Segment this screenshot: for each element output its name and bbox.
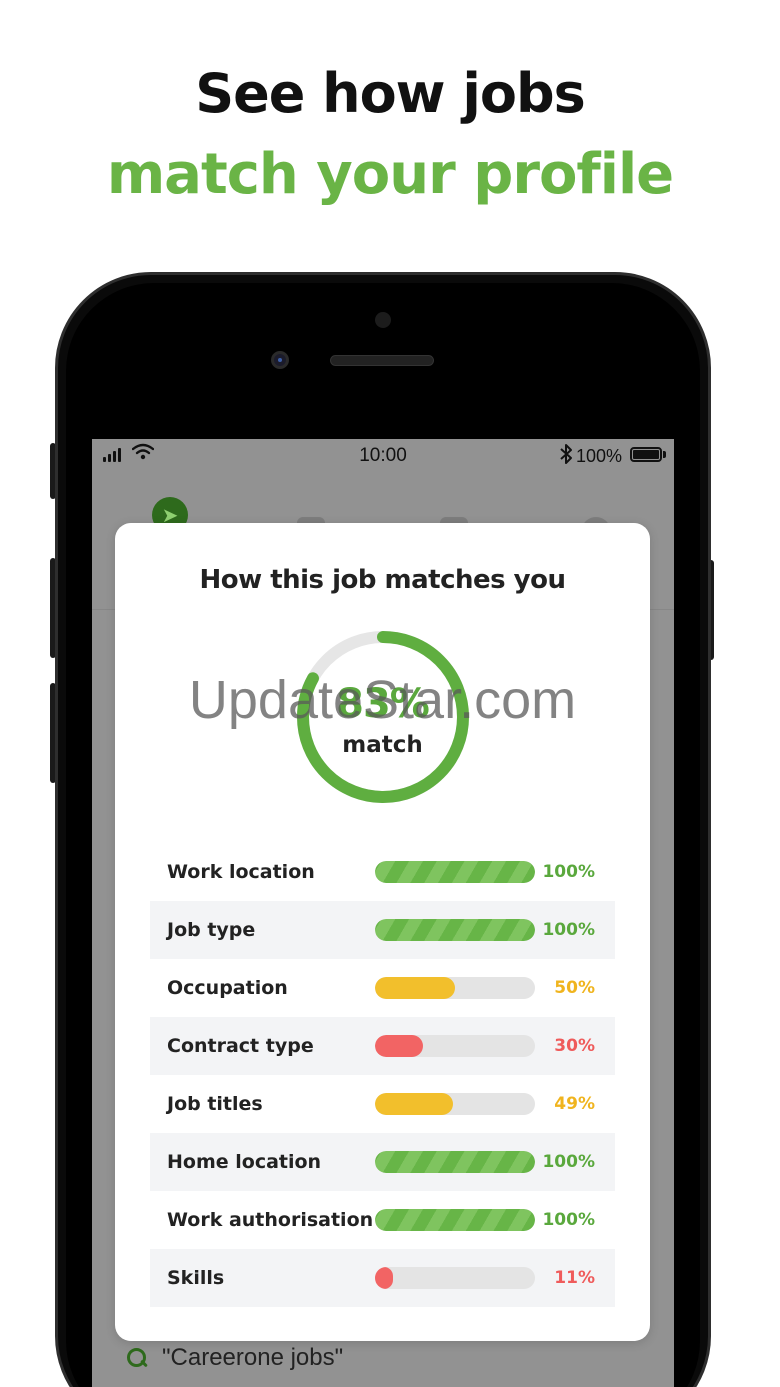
criteria-progress-bar — [375, 1267, 535, 1289]
criteria-percent: 11% — [554, 1268, 595, 1288]
criteria-percent: 100% — [542, 1210, 595, 1230]
search-suggestion[interactable]: "Careerone jobs" — [126, 1344, 343, 1372]
battery-cap — [663, 451, 666, 458]
match-label: match — [342, 732, 423, 758]
criteria-progress-fill — [375, 861, 535, 883]
criteria-progress-bar — [375, 1151, 535, 1173]
criteria-percent: 50% — [554, 978, 595, 998]
criteria-progress-fill — [375, 1093, 454, 1115]
criteria-progress-bar — [375, 861, 535, 883]
criteria-row: Skills 11% — [150, 1249, 615, 1307]
battery-icon — [630, 447, 662, 462]
criteria-percent: 100% — [542, 1152, 595, 1172]
battery-percentage: 100% — [576, 446, 623, 466]
search-icon — [126, 1347, 148, 1369]
criteria-label: Contract type — [167, 1035, 314, 1057]
criteria-label: Occupation — [167, 977, 288, 999]
criteria-row: Occupation 50% — [150, 959, 615, 1017]
criteria-row: Job titles 49% — [150, 1075, 615, 1133]
watermark: UpdateStar.com — [188, 670, 577, 730]
criteria-row: Work authorisation 100% — [150, 1191, 615, 1249]
criteria-label: Job titles — [167, 1093, 263, 1115]
headline-line-2: match your profile — [106, 142, 674, 207]
criteria-progress-fill — [375, 1267, 393, 1289]
criteria-progress-bar — [375, 1093, 535, 1115]
criteria-row: Work location 100% — [150, 843, 615, 901]
criteria-progress-bar — [375, 1209, 535, 1231]
criteria-row: Job type 100% — [150, 901, 615, 959]
front-sensor — [375, 312, 391, 328]
criteria-label: Job type — [167, 919, 256, 941]
criteria-progress-bar — [375, 1035, 535, 1057]
earpiece-speaker — [330, 355, 434, 366]
criteria-percent: 100% — [542, 920, 595, 940]
criteria-percent: 49% — [554, 1094, 595, 1114]
criteria-progress-fill — [375, 1035, 423, 1057]
criteria-progress-bar — [375, 919, 535, 941]
criteria-progress-fill — [375, 919, 535, 941]
criteria-progress-bar — [375, 977, 535, 999]
criteria-progress-fill — [375, 1151, 535, 1173]
criteria-row: Home location 100% — [150, 1133, 615, 1191]
dialog-title: How this job matches you — [199, 565, 566, 595]
bluetooth-icon — [559, 443, 573, 470]
criteria-percent: 100% — [542, 862, 595, 882]
status-bar: 10:00 100% — [92, 439, 674, 473]
criteria-list: Work location 100% Job type 100% Occupation 5… — [150, 843, 615, 1307]
job-match-dialog: How this job matches you 83% match Updat… — [115, 523, 650, 1341]
criteria-progress-fill — [375, 977, 455, 999]
search-suggestion-text: "Careerone jobs" — [162, 1344, 344, 1371]
headline-line-1: See how jobs — [195, 62, 586, 125]
criteria-percent: 30% — [554, 1036, 595, 1056]
front-camera-icon — [271, 351, 289, 369]
criteria-row: Contract type 30% — [150, 1017, 615, 1075]
criteria-progress-fill — [375, 1209, 535, 1231]
criteria-label: Home location — [167, 1151, 322, 1173]
criteria-label: Skills — [167, 1267, 225, 1289]
criteria-label: Work authorisation — [167, 1209, 374, 1231]
criteria-label: Work location — [167, 861, 315, 883]
